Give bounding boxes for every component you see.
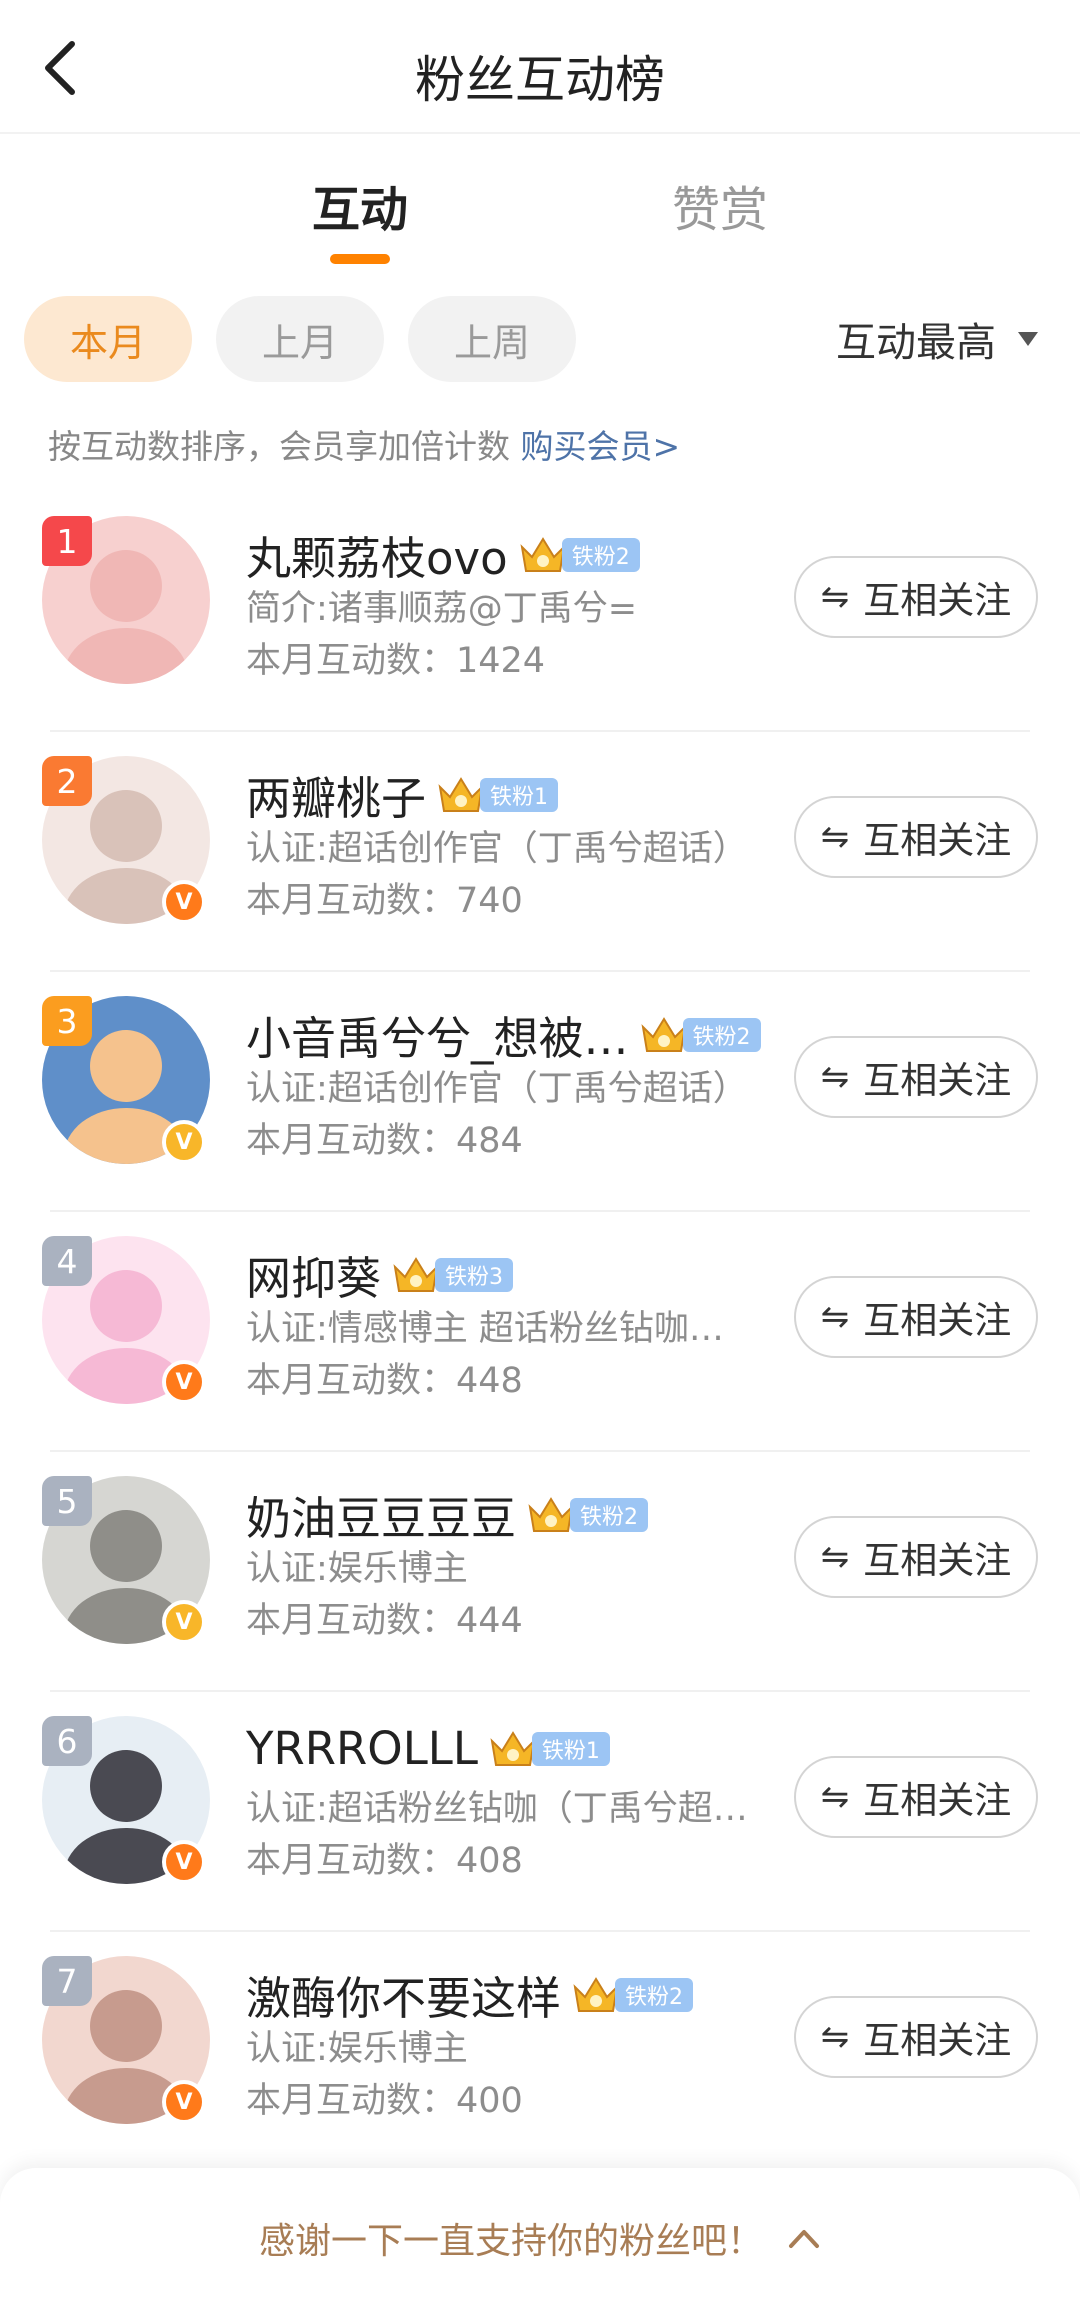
fan-name[interactable]: YRRROLLL — [246, 1722, 478, 1775]
name-line: 奶油豆豆豆豆 铁粉2 — [246, 1482, 649, 1547]
mutual-arrows-icon: ⇋ — [820, 817, 850, 857]
fan-description: 认证:超话粉丝钻咖（丁禹兮超… — [246, 1789, 748, 1829]
interaction-count: 本月互动数：448 — [246, 1361, 523, 1401]
mutual-follow-button[interactable]: ⇋ 互相关注 — [794, 1516, 1038, 1598]
fan-description: 认证:情感博主 超话粉丝钻咖… — [246, 1309, 724, 1349]
fan-level-badge: 铁粉2 — [561, 537, 640, 572]
sort-dropdown[interactable]: 互动最高 — [836, 310, 1038, 368]
fan-row[interactable]: 2 V 两瓣桃子 铁粉1 认证:超话创作官（丁禹兮超话） 本月互动数：740 ⇋… — [0, 732, 1080, 972]
fan-name[interactable]: 两瓣桃子 — [246, 762, 426, 827]
name-line: YRRROLLL 铁粉1 — [246, 1722, 610, 1775]
rank-badge: 6 — [42, 1716, 92, 1766]
fan-name[interactable]: 小音禹兮兮_想被… — [246, 1002, 629, 1067]
mutual-arrows-icon: ⇋ — [820, 577, 850, 617]
mutual-arrows-icon: ⇋ — [820, 1777, 850, 1817]
fan-name[interactable]: 网抑葵 — [246, 1242, 381, 1307]
tab-reward[interactable]: 赞赏 — [672, 170, 768, 240]
fan-description: 认证:超话创作官（丁禹兮超话） — [246, 1069, 748, 1109]
fan-level-badge: 铁粉3 — [435, 1257, 514, 1292]
mutual-arrows-icon: ⇋ — [820, 1057, 850, 1097]
verified-icon: V — [162, 1840, 206, 1884]
thank-fans-bar[interactable]: 感谢一下一直支持你的粉丝吧！ — [0, 2168, 1080, 2307]
fan-row[interactable]: 1 丸颗荔枝ovo 铁粉2 简介:诸事顺荔@丁禹兮= 本月互动数：1424 ⇋ … — [0, 492, 1080, 732]
mutual-arrows-icon: ⇋ — [820, 1537, 850, 1577]
verified-icon: V — [162, 1360, 206, 1404]
rank-badge: 5 — [42, 1476, 92, 1526]
rank-badge: 2 — [42, 756, 92, 806]
follow-label: 互相关注 — [863, 1539, 1012, 1582]
fan-row[interactable]: 4 V 网抑葵 铁粉3 认证:情感博主 超话粉丝钻咖… 本月互动数：448 ⇋ … — [0, 1212, 1080, 1452]
name-line: 网抑葵 铁粉3 — [246, 1242, 514, 1307]
fan-level-badge: 铁粉1 — [480, 777, 559, 812]
interaction-count: 本月互动数：1424 — [246, 641, 546, 681]
interaction-count: 本月互动数：740 — [246, 881, 523, 921]
interaction-count: 本月互动数：400 — [246, 2081, 523, 2121]
rank-badge: 4 — [42, 1236, 92, 1286]
page-title: 粉丝互动榜 — [415, 51, 665, 109]
fan-row[interactable]: 3 V 小音禹兮兮_想被… 铁粉2 认证:超话创作官（丁禹兮超话） 本月互动数：… — [0, 972, 1080, 1212]
tab-bar: 互动 赞赏 — [0, 170, 1080, 270]
name-line: 小音禹兮兮_想被… 铁粉2 — [246, 1002, 761, 1067]
buy-membership-link[interactable]: 购买会员> — [521, 427, 681, 466]
verified-icon: V — [162, 2080, 206, 2124]
fan-row[interactable]: 5 V 奶油豆豆豆豆 铁粉2 认证:娱乐博主 本月互动数：444 ⇋ 互相关注 — [0, 1452, 1080, 1692]
rank-badge: 7 — [42, 1956, 92, 2006]
filter-this-month[interactable]: 本月 — [24, 296, 192, 382]
fan-description: 认证:娱乐博主 — [246, 1549, 468, 1589]
fan-description: 认证:娱乐博主 — [246, 2029, 468, 2069]
follow-label: 互相关注 — [863, 2019, 1012, 2062]
fan-name[interactable]: 丸颗荔枝ovo — [246, 522, 508, 587]
sort-hint: 按互动数排序，会员享加倍计数 购买会员> — [48, 420, 680, 468]
follow-label: 互相关注 — [863, 1299, 1012, 1342]
rank-badge: 3 — [42, 996, 92, 1046]
fan-row[interactable]: 7 V 激酶你不要这样 铁粉2 认证:娱乐博主 本月互动数：400 ⇋ 互相关注 — [0, 1932, 1080, 2172]
sort-label: 互动最高 — [836, 320, 996, 366]
interaction-count: 本月互动数：444 — [246, 1601, 523, 1641]
mutual-follow-button[interactable]: ⇋ 互相关注 — [794, 556, 1038, 638]
filter-last-week[interactable]: 上周 — [408, 296, 576, 382]
verified-icon: V — [162, 1120, 206, 1164]
mutual-follow-button[interactable]: ⇋ 互相关注 — [794, 796, 1038, 878]
mutual-follow-button[interactable]: ⇋ 互相关注 — [794, 1996, 1038, 2078]
follow-label: 互相关注 — [863, 1779, 1012, 1822]
caret-down-icon — [1018, 332, 1038, 346]
fan-level-badge: 铁粉2 — [682, 1017, 761, 1052]
fan-name[interactable]: 奶油豆豆豆豆 — [246, 1482, 516, 1547]
thank-fans-text: 感谢一下一直支持你的粉丝吧！ — [258, 2220, 763, 2262]
fan-row[interactable]: 6 V YRRROLLL 铁粉1 认证:超话粉丝钻咖（丁禹兮超… 本月互动数：4… — [0, 1692, 1080, 1932]
fan-description: 认证:超话创作官（丁禹兮超话） — [246, 829, 748, 869]
fan-list: 1 丸颗荔枝ovo 铁粉2 简介:诸事顺荔@丁禹兮= 本月互动数：1424 ⇋ … — [0, 492, 1080, 2172]
mutual-arrows-icon: ⇋ — [820, 1297, 850, 1337]
fan-level-badge: 铁粉2 — [570, 1497, 649, 1532]
fan-name[interactable]: 激酶你不要这样 — [246, 1962, 561, 2027]
hint-text: 按互动数排序，会员享加倍计数 — [48, 427, 510, 466]
interaction-count: 本月互动数：484 — [246, 1121, 523, 1161]
navigation-bar: 粉丝互动榜 — [0, 0, 1080, 134]
mutual-follow-button[interactable]: ⇋ 互相关注 — [794, 1036, 1038, 1118]
fan-level-badge: 铁粉1 — [531, 1731, 610, 1766]
tab-indicator — [330, 254, 390, 264]
fan-description: 简介:诸事顺荔@丁禹兮= — [246, 589, 638, 629]
name-line: 激酶你不要这样 铁粉2 — [246, 1962, 694, 2027]
filter-last-month[interactable]: 上月 — [216, 296, 384, 382]
name-line: 丸颗荔枝ovo 铁粉2 — [246, 522, 640, 587]
follow-label: 互相关注 — [863, 1059, 1012, 1102]
follow-label: 互相关注 — [863, 579, 1012, 622]
verified-icon: V — [162, 880, 206, 924]
verified-icon: V — [162, 1600, 206, 1644]
chevron-up-icon — [789, 2229, 819, 2248]
interaction-count: 本月互动数：408 — [246, 1841, 523, 1881]
mutual-follow-button[interactable]: ⇋ 互相关注 — [794, 1276, 1038, 1358]
follow-label: 互相关注 — [863, 819, 1012, 862]
mutual-arrows-icon: ⇋ — [820, 2017, 850, 2057]
mutual-follow-button[interactable]: ⇋ 互相关注 — [794, 1756, 1038, 1838]
rank-badge: 1 — [42, 516, 92, 566]
fan-level-badge: 铁粉2 — [615, 1977, 694, 2012]
tab-interaction[interactable]: 互动 — [312, 170, 408, 240]
period-filters: 本月 上月 上周 互动最高 — [0, 296, 1080, 382]
name-line: 两瓣桃子 铁粉1 — [246, 762, 559, 827]
